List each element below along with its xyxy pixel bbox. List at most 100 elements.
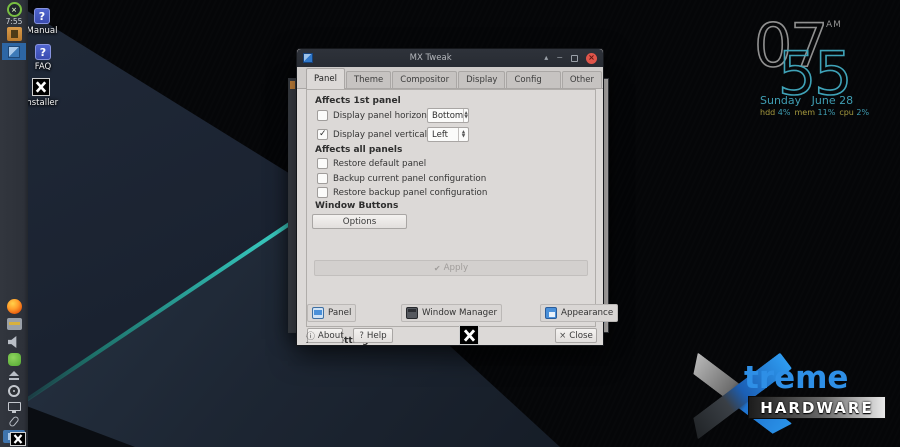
apply-label: Apply xyxy=(444,263,469,273)
close-button[interactable]: × Close xyxy=(555,328,597,343)
logo-word-treme: treme xyxy=(744,360,848,396)
help-label: Help xyxy=(367,331,387,341)
xfce-vertical-panel: × 7:55 xyxy=(0,0,28,447)
close-label: Close xyxy=(569,331,593,341)
file-cabinet-icon xyxy=(7,318,22,330)
display-horizontally-checkbox[interactable] xyxy=(317,110,328,121)
tab-panel[interactable]: Panel xyxy=(306,68,345,89)
toolbox-icon xyxy=(7,27,22,41)
eject-button[interactable] xyxy=(0,371,28,380)
help-button[interactable]: ? Help xyxy=(353,328,393,343)
window-manager-icon xyxy=(406,307,418,319)
active-task-button[interactable] xyxy=(0,43,28,60)
horizontal-position-spinner[interactable]: Bottom ▲▼ xyxy=(427,108,469,123)
panel-tab-frame: Affects 1st panel Display panel horizont… xyxy=(306,89,596,327)
mx-menu-button[interactable]: × xyxy=(0,2,28,17)
mx-logo-button[interactable] xyxy=(10,432,26,446)
disk-utility-button[interactable] xyxy=(0,385,28,397)
window-title: MX Tweak xyxy=(317,53,544,63)
checkbox-label: Restore backup panel configuration xyxy=(333,188,487,198)
shade-button[interactable]: ▴ xyxy=(544,54,548,62)
close-x-icon: × xyxy=(559,331,566,341)
stat-hdd-value: 4% xyxy=(778,108,791,117)
restore-backup-checkbox[interactable] xyxy=(317,187,328,198)
background-window-icon xyxy=(290,81,295,89)
display-settings-button[interactable] xyxy=(0,402,28,411)
clock-ampm: AM xyxy=(826,20,842,30)
tab-compositor[interactable]: Compositor xyxy=(392,71,457,88)
section-window-buttons: Window Buttons xyxy=(315,201,398,211)
titlebar[interactable]: MX Tweak ▴ − × xyxy=(297,49,603,67)
tab-theme[interactable]: Theme xyxy=(346,71,391,88)
stat-cpu-label: cpu xyxy=(839,108,854,117)
green-app-icon xyxy=(8,353,21,366)
button-label: Window Manager xyxy=(422,308,497,318)
restore-backup-row: Restore backup panel configuration xyxy=(317,187,487,198)
panel-icon xyxy=(312,307,324,319)
stat-mem-value: 11% xyxy=(818,108,836,117)
mx-tweak-icon xyxy=(8,46,20,58)
restore-default-row: Restore default panel xyxy=(317,158,426,169)
clock-stats: hdd 4%mem 11%cpu 2% xyxy=(760,108,873,117)
clock-widget: 07 AM 55 Sunday June 28 hdd 4%mem 11%cpu… xyxy=(752,10,882,120)
spinner-arrows-icon[interactable]: ▲▼ xyxy=(458,128,468,141)
mx-logo-badge xyxy=(459,325,479,345)
checkbox-label: Restore default panel xyxy=(333,159,426,169)
eject-icon xyxy=(8,371,20,380)
stat-hdd-label: hdd xyxy=(760,108,775,117)
logo-word-hardware: HARDWARE xyxy=(760,399,873,417)
question-icon: ? xyxy=(34,8,50,24)
monitor-icon xyxy=(8,402,21,411)
section-affects-1st-panel: Affects 1st panel xyxy=(315,96,401,106)
mx-ring-icon: × xyxy=(7,2,22,17)
xfce-panel-button[interactable]: Panel xyxy=(307,304,356,322)
minimize-button[interactable]: − xyxy=(556,54,563,62)
vertical-position-spinner[interactable]: Left ▲▼ xyxy=(427,127,469,142)
button-label: Panel xyxy=(328,308,351,318)
vertical-panel-row: Display panel vertically xyxy=(317,129,435,140)
tab-config-options[interactable]: Config Options xyxy=(506,71,560,88)
restore-default-checkbox[interactable] xyxy=(317,158,328,169)
logo-hardware-banner: HARDWARE xyxy=(748,396,886,419)
xfce-appearance-button[interactable]: Appearance xyxy=(540,304,618,322)
mx-tweak-window: MX Tweak ▴ − × Panel Theme Compositor Di… xyxy=(296,48,604,346)
volume-button[interactable] xyxy=(0,336,28,348)
maximize-button[interactable] xyxy=(571,55,578,62)
close-window-button[interactable]: × xyxy=(586,53,597,64)
panel-clock[interactable]: 7:55 xyxy=(0,17,28,26)
tab-display[interactable]: Display xyxy=(458,71,505,88)
appearance-icon xyxy=(545,307,557,319)
info-icon: ⓘ xyxy=(306,330,315,342)
mx-logo-icon xyxy=(10,432,26,446)
question-icon: ? xyxy=(35,44,51,60)
spinner-arrows-icon[interactable]: ▲▼ xyxy=(463,109,468,122)
file-manager-launcher[interactable] xyxy=(0,318,28,330)
spinner-value: Left xyxy=(428,130,458,140)
options-button[interactable]: Options xyxy=(312,214,407,229)
display-vertically-checkbox[interactable] xyxy=(317,129,328,140)
about-label: About xyxy=(318,331,344,341)
mx-logo-icon xyxy=(32,78,50,96)
package-manager-launcher[interactable] xyxy=(0,353,28,366)
xtreme-hardware-logo: treme HARDWARE xyxy=(672,344,892,439)
tab-other[interactable]: Other xyxy=(562,71,602,88)
paperclip-icon xyxy=(8,415,20,427)
spinner-value: Bottom xyxy=(428,111,463,121)
disc-icon xyxy=(8,385,20,397)
active-task-highlight xyxy=(2,43,26,60)
speaker-icon xyxy=(8,336,21,348)
window-app-icon xyxy=(303,53,313,63)
backup-config-checkbox[interactable] xyxy=(317,173,328,184)
check-icon: ✔ xyxy=(434,264,441,273)
section-affects-all-panels: Affects all panels xyxy=(315,145,402,155)
checkbox-label: Backup current panel configuration xyxy=(333,174,486,184)
firefox-launcher[interactable] xyxy=(0,299,28,314)
clock-date: Sunday June 28 xyxy=(760,94,853,107)
firefox-icon xyxy=(7,299,22,314)
apply-button[interactable]: ✔ Apply xyxy=(314,260,588,276)
about-button[interactable]: ⓘ About xyxy=(307,328,343,343)
xfce-window-manager-button[interactable]: Window Manager xyxy=(401,304,502,322)
mx-tools-button[interactable] xyxy=(0,27,28,41)
clipboard-button[interactable] xyxy=(0,416,28,427)
checkbox-label: Display panel vertically xyxy=(333,130,435,140)
